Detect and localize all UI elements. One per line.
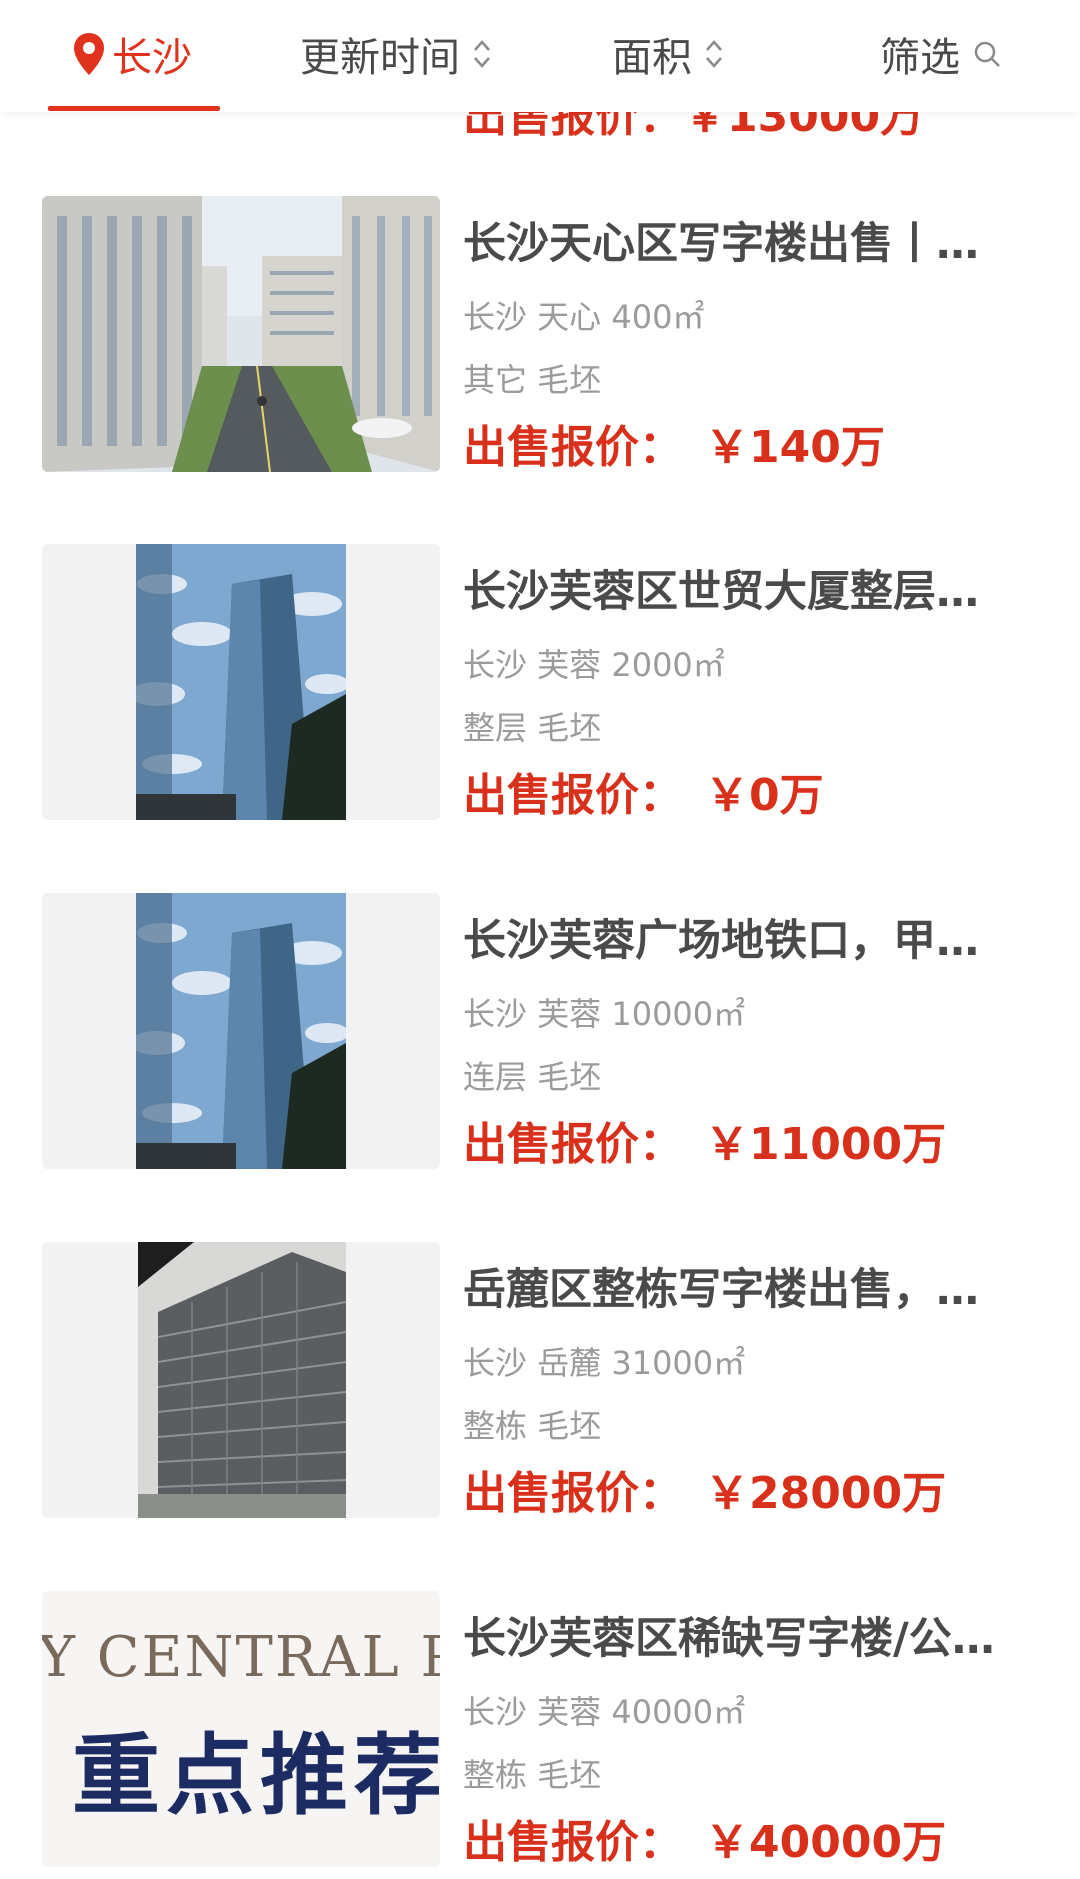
filter-label: 筛选	[880, 35, 960, 81]
listing-price: 出售报价： ￥40000万	[463, 1813, 946, 1873]
listing-type: 整层 毛坯	[463, 709, 602, 747]
listing-type: 整栋 毛坯	[463, 1756, 602, 1794]
listing-thumbnail[interactable]: Y CENTRAL PLA 重点推荐	[42, 1591, 440, 1867]
listing-title: 长沙芙蓉广场地铁口，甲…	[463, 916, 979, 966]
listing-item[interactable]: 岳麓区整栋写字楼出售，… 长沙 岳麓 31000㎡ 整栋 毛坯 出售报价： ￥28…	[0, 1242, 1080, 1522]
sort-area-label: 面积	[612, 35, 692, 81]
filter-button[interactable]: 筛选	[880, 24, 1002, 84]
listing-location: 长沙 岳麓 31000㎡	[463, 1344, 746, 1382]
sort-update-label: 更新时间	[300, 35, 460, 81]
listing-location: 长沙 芙蓉 40000㎡	[463, 1693, 746, 1731]
listing-title: 岳麓区整栋写字楼出售，…	[463, 1265, 979, 1315]
city-label: 长沙	[112, 35, 192, 81]
sort-up-down-icon	[474, 40, 490, 68]
listing-price: 出售报价： ￥28000万	[463, 1464, 946, 1524]
listing-price: 出售报价： ￥11000万	[463, 1115, 946, 1175]
price-label: 出售报价：	[463, 1468, 683, 1519]
sort-up-down-icon	[706, 40, 722, 68]
banner-main-text: 重点推荐	[72, 1723, 440, 1827]
listing-location: 长沙 芙蓉 10000㎡	[463, 995, 746, 1033]
banner-top-text: Y CENTRAL PLA	[42, 1625, 440, 1690]
price-label: 出售报价：	[463, 1119, 683, 1170]
listing-title: 长沙天心区写字楼出售丨…	[463, 219, 979, 269]
price-value: ￥0万	[705, 770, 824, 821]
price-value: ￥140万	[705, 422, 885, 473]
listing-item[interactable]: Y CENTRAL PLA 重点推荐 长沙芙蓉区稀缺写字楼/公… 长沙 芙蓉 4…	[0, 1591, 1080, 1871]
listing-thumbnail[interactable]	[42, 1242, 440, 1518]
filter-bar: 长沙 更新时间 面积 筛选	[0, 0, 1080, 112]
listing-type: 连层 毛坯	[463, 1058, 602, 1096]
listing-thumbnail[interactable]	[42, 196, 440, 472]
price-value: ￥40000万	[705, 1817, 947, 1868]
listing-thumbnail[interactable]	[42, 544, 440, 820]
city-selector[interactable]: 长沙	[72, 24, 192, 84]
sort-by-area[interactable]: 面积	[612, 24, 726, 84]
listing-item[interactable]: 长沙芙蓉区世贸大厦整层… 长沙 芙蓉 2000㎡ 整层 毛坯 出售报价： ￥0万	[0, 544, 1080, 824]
listing-item[interactable]: 长沙芙蓉广场地铁口，甲… 长沙 芙蓉 10000㎡ 连层 毛坯 出售报价： ￥11…	[0, 893, 1080, 1173]
price-label: 出售报价：	[463, 770, 683, 821]
price-value: ￥28000万	[705, 1468, 947, 1519]
listing-title: 长沙芙蓉区世贸大厦整层…	[463, 567, 979, 617]
price-label: 出售报价：	[463, 1817, 683, 1868]
price-value: ￥11000万	[705, 1119, 947, 1170]
active-tab-indicator	[48, 106, 220, 111]
price-label: 出售报价：	[463, 422, 683, 473]
listing-price: 出售报价： ￥0万	[463, 766, 824, 826]
listing-price: 出售报价： ￥140万	[463, 418, 885, 478]
search-icon	[974, 41, 1000, 67]
listing-thumbnail[interactable]	[42, 893, 440, 1169]
listing-type: 整栋 毛坯	[463, 1407, 602, 1445]
location-pin-icon	[74, 33, 104, 75]
sort-by-update-time[interactable]: 更新时间	[300, 24, 494, 84]
listing-item[interactable]: 长沙天心区写字楼出售丨… 长沙 天心 400㎡ 其它 毛坯 出售报价： ￥140万	[0, 196, 1080, 476]
listing-type: 其它 毛坯	[463, 361, 602, 399]
listing-location: 长沙 天心 400㎡	[463, 298, 705, 336]
listing-location: 长沙 芙蓉 2000㎡	[463, 646, 725, 684]
listing-title: 长沙芙蓉区稀缺写字楼/公…	[463, 1614, 995, 1664]
